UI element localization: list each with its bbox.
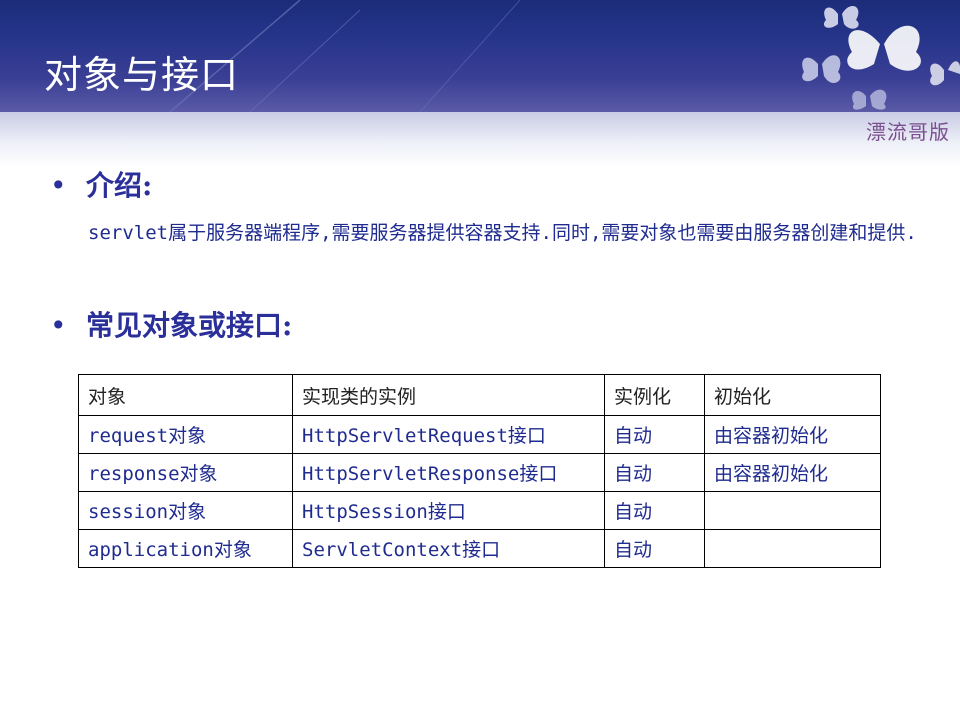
table-cell: HttpSession接口	[292, 491, 605, 530]
butterfly-icon	[852, 89, 887, 110]
table-cell: 由容器初始化	[704, 453, 881, 492]
bullet-objects-heading: 常见对象或接口:	[86, 309, 293, 342]
header-cell: 实例化	[604, 374, 705, 416]
table-cell	[704, 491, 881, 530]
table-cell: response对象	[78, 453, 293, 492]
table-header-row: 对象 实现类的实例 实例化 初始化	[78, 374, 881, 416]
watermark-label: 漂流哥版	[866, 120, 950, 144]
table-cell: 由容器初始化	[704, 415, 881, 454]
table-row: application对象 ServletContext接口 自动	[78, 529, 881, 568]
butterfly-icon	[823, 6, 859, 29]
table-cell: HttpServletResponse接口	[292, 453, 605, 492]
bullet-marker: •	[50, 169, 67, 202]
table-row: response对象 HttpServletResponse接口 自动 由容器初…	[78, 453, 881, 492]
header-cell: 对象	[78, 374, 293, 416]
table-row: session对象 HttpSession接口 自动	[78, 491, 881, 530]
bullet-intro: • 介绍:	[50, 164, 152, 204]
objects-table: 对象 实现类的实例 实例化 初始化 request对象 HttpServletR…	[78, 374, 881, 568]
table-cell: ServletContext接口	[292, 529, 605, 568]
table-cell: application对象	[78, 529, 293, 568]
header-fade	[0, 112, 960, 168]
butterfly-icon	[930, 61, 960, 86]
table-cell: 自动	[604, 491, 705, 530]
table-cell: request对象	[78, 415, 293, 454]
butterfly-icon	[847, 25, 921, 71]
bullet-marker: •	[50, 309, 67, 342]
bullet-intro-heading: 介绍:	[86, 169, 153, 202]
header-band: 对象与接口	[0, 0, 960, 112]
page-title: 对象与接口	[44, 53, 240, 97]
header-cell: 初始化	[704, 374, 881, 416]
butterfly-icon	[802, 55, 841, 84]
table-cell: 自动	[604, 415, 705, 454]
table-row: request对象 HttpServletRequest接口 自动 由容器初始化	[78, 415, 881, 454]
table-cell: HttpServletRequest接口	[292, 415, 605, 454]
table-cell: 自动	[604, 453, 705, 492]
table-cell	[704, 529, 881, 568]
intro-paragraph: servlet属于服务器端程序,需要服务器提供容器支持.同时,需要对象也需要由服…	[88, 222, 917, 244]
table-cell: session对象	[78, 491, 293, 530]
header-cell: 实现类的实例	[292, 374, 605, 416]
bullet-objects: • 常见对象或接口:	[50, 304, 292, 344]
table-cell: 自动	[604, 529, 705, 568]
